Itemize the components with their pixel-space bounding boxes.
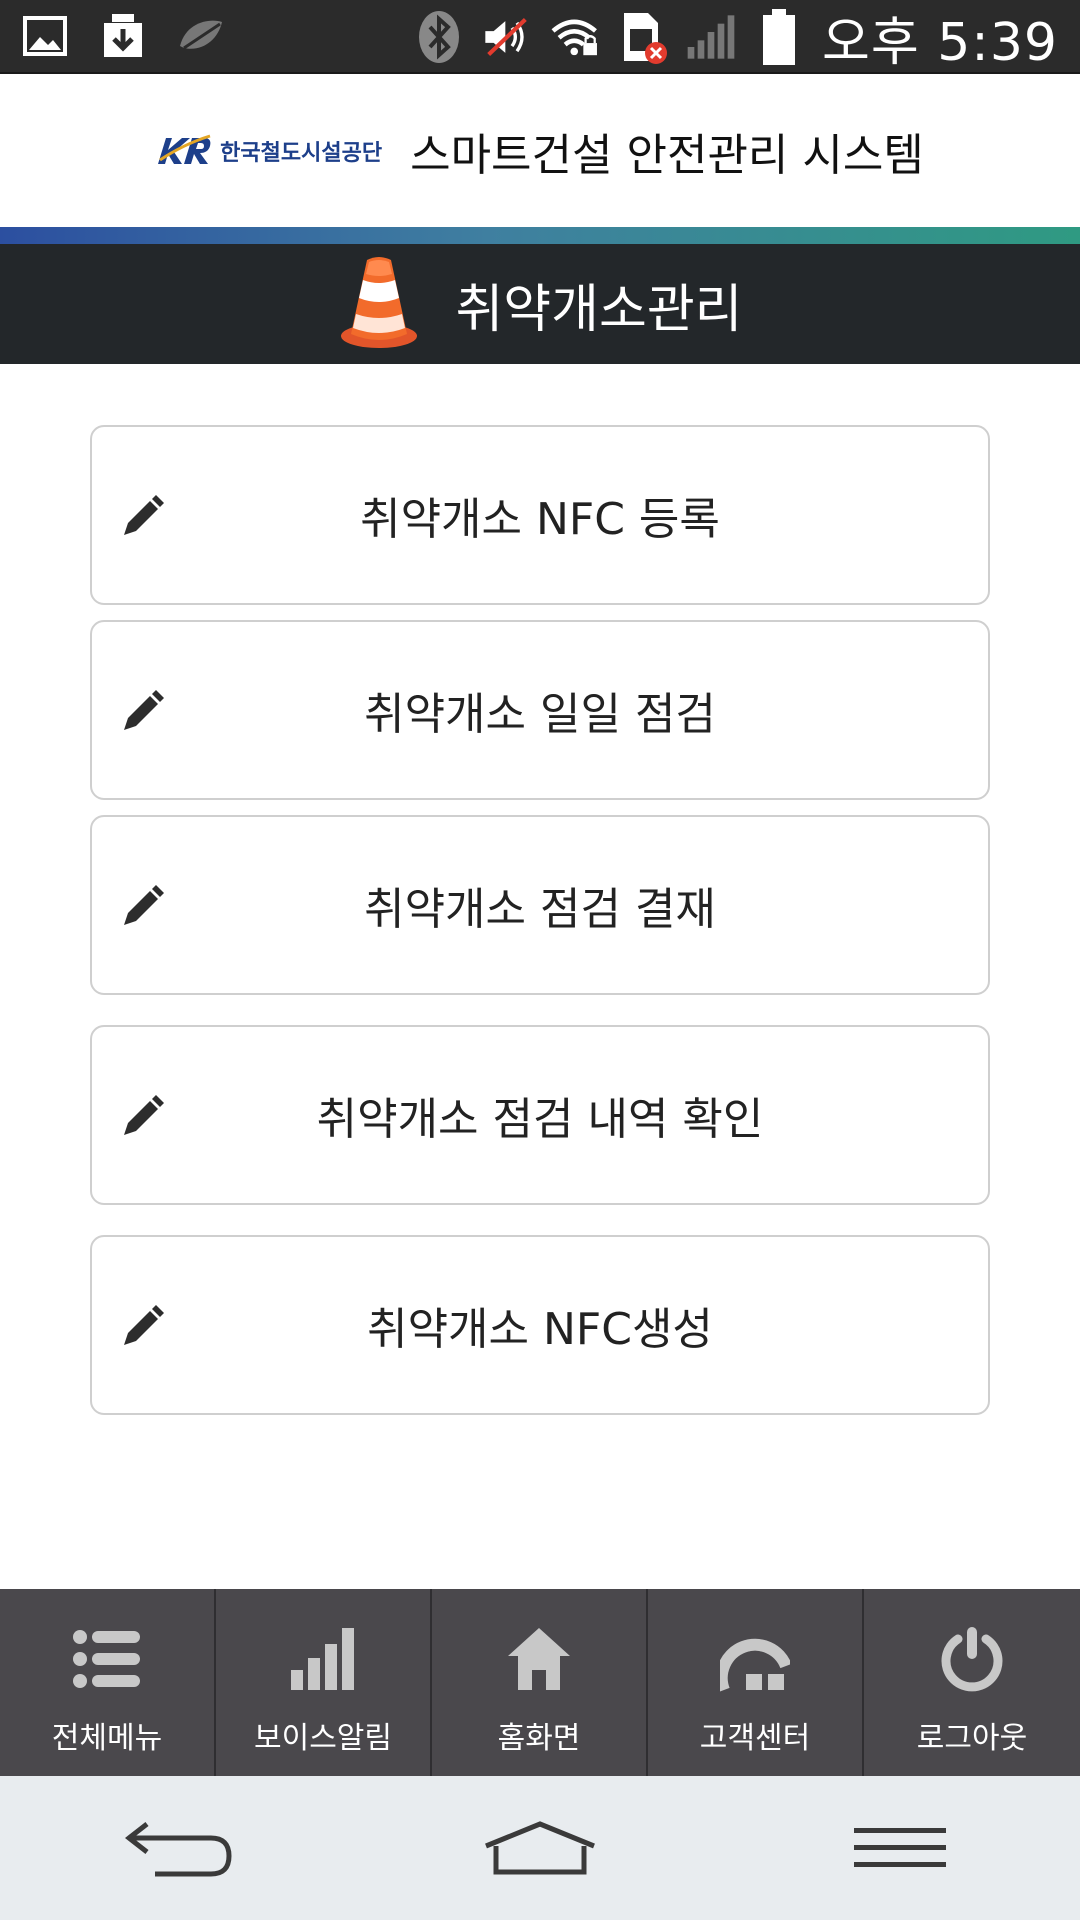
pencil-icon [124,495,164,535]
signal-icon [686,12,736,62]
menu-item-inspection-approval[interactable]: 취약개소 점검 결재 [90,815,990,995]
hamburger-icon [854,1828,946,1867]
menu-item-label: 취약개소 점검 내역 확인 [316,1094,764,1145]
back-icon [125,1822,232,1877]
mute-icon [482,12,532,62]
logo-text: 한국철도시설공단 [220,139,383,165]
status-bar: 오후 5:39 [0,0,1080,74]
home-outline-icon [485,1821,595,1875]
section-header: 취약개소관리 [0,244,1080,364]
pencil-icon [124,690,164,730]
sim-error-icon [618,12,668,64]
support-icon [715,1621,795,1697]
pencil-icon [124,1095,164,1135]
nav-label: 보이스알림 [254,1721,392,1756]
kr-logo-icon [158,134,211,164]
pencil-icon [124,885,164,925]
leaf-icon [176,11,226,61]
menu-item-label: 취약개소 NFC생성 [367,1304,713,1355]
home-icon [499,1621,579,1697]
nav-item-logout[interactable]: 로그아웃 [864,1589,1080,1776]
header-divider [0,227,1080,244]
status-time: 오후 5:39 [822,12,1058,73]
wifi-lock-icon [550,12,600,62]
home-system-button[interactable] [480,1808,600,1888]
menu-item-nfc-register[interactable]: 취약개소 NFC 등록 [90,425,990,605]
bottom-nav: 전체메뉴 보이스알림 홈화면 고객센터 로그아웃 [0,1589,1080,1776]
system-nav-bar [0,1776,1080,1920]
nav-label: 전체메뉴 [51,1721,163,1756]
bluetooth-icon [414,11,464,63]
menu-item-daily-inspection[interactable]: 취약개소 일일 점검 [90,620,990,800]
nav-label: 고객센터 [699,1721,811,1756]
traffic-cone-icon [337,254,421,354]
system-title: 스마트건설 안전관리 시스템 [410,129,924,181]
menu-system-button[interactable] [840,1808,960,1888]
nav-item-home[interactable]: 홈화면 [432,1589,648,1776]
menu-item-label: 취약개소 일일 점검 [364,689,716,740]
battery-icon [754,9,804,65]
bar-chart-icon [283,1621,363,1697]
power-icon [932,1621,1012,1697]
nav-label: 로그아웃 [916,1721,1028,1756]
list-icon [67,1621,147,1697]
menu-item-inspection-history[interactable]: 취약개소 점검 내역 확인 [90,1025,990,1205]
nav-label: 홈화면 [497,1721,581,1756]
download-icon [98,11,148,61]
menu-item-label: 취약개소 점검 결재 [364,884,716,935]
image-icon [20,11,70,61]
nav-item-all-menu[interactable]: 전체메뉴 [0,1589,216,1776]
nav-item-support[interactable]: 고객센터 [648,1589,864,1776]
pencil-icon [124,1305,164,1345]
menu-item-label: 취약개소 NFC 등록 [360,494,720,545]
back-button[interactable] [120,1808,240,1888]
kr-logo: 한국철도시설공단 [156,134,382,168]
app-header: 한국철도시설공단 스마트건설 안전관리 시스템 [0,74,1080,227]
nav-item-voice-alert[interactable]: 보이스알림 [216,1589,432,1776]
menu-item-nfc-create[interactable]: 취약개소 NFC생성 [90,1235,990,1415]
section-title: 취약개소관리 [455,279,743,340]
